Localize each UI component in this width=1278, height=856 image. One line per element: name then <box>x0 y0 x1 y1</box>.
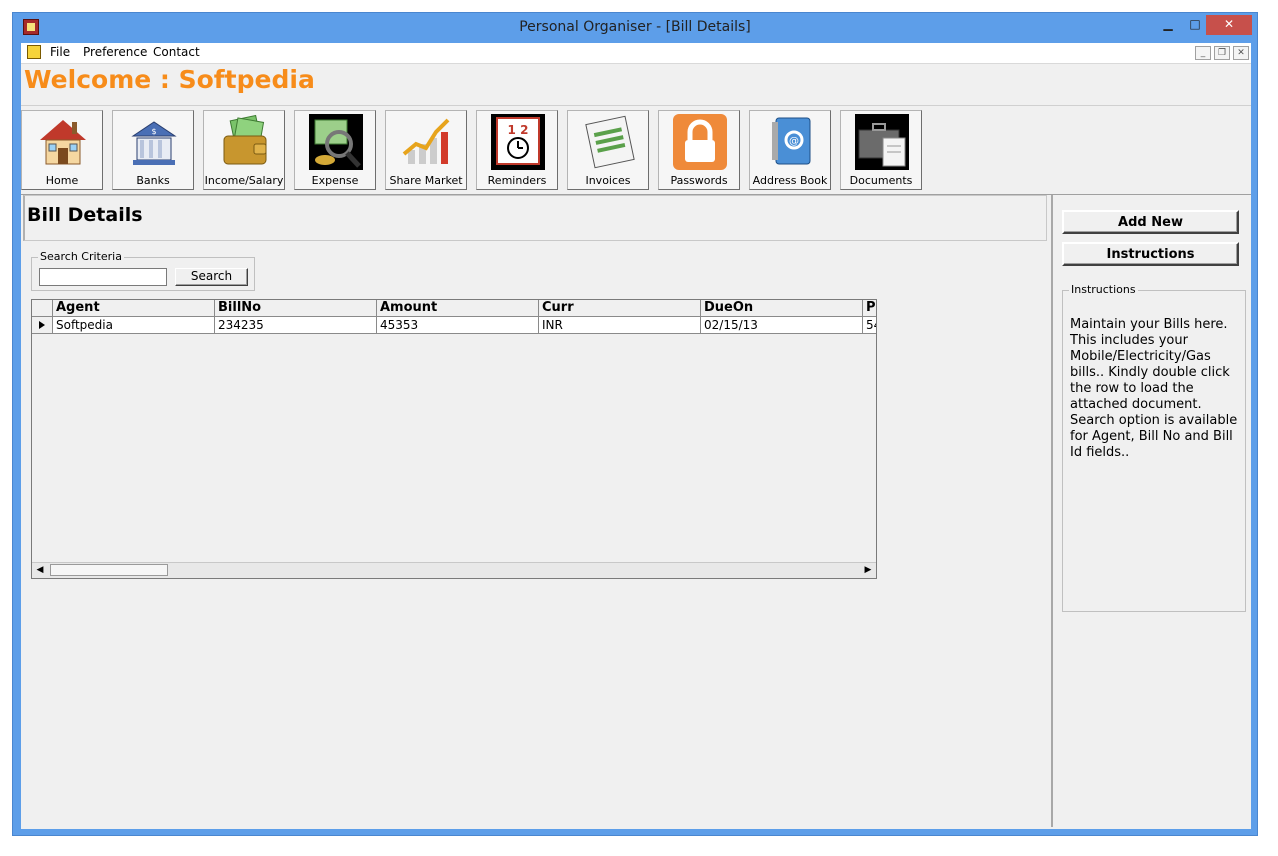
module-toolbar: Home $ Banks Income/Salary Expense Share… <box>21 105 1251 195</box>
toolbar-expense-button[interactable]: Expense <box>294 110 376 190</box>
cell-billno[interactable]: 234235 <box>215 317 377 334</box>
toolbar-label: Banks <box>136 174 170 187</box>
toolbar-reminders-button[interactable]: 1 2 Reminders <box>476 110 558 190</box>
briefcase-documents-icon <box>855 114 909 170</box>
toolbar-label: Documents <box>849 174 913 187</box>
scroll-left-icon[interactable]: ◀ <box>32 563 48 578</box>
cell-p[interactable]: 54 <box>863 317 876 334</box>
toolbar-documents-button[interactable]: Documents <box>840 110 922 190</box>
menu-bar: File Preference Contact _ ❐ ✕ <box>21 43 1251 64</box>
toolbar-label: Income/Salary <box>204 174 284 187</box>
toolbar-label: Passwords <box>670 174 728 187</box>
toolbar-address-book-button[interactable]: @ Address Book <box>749 110 831 190</box>
wallet-icon <box>223 114 267 165</box>
toolbar-label: Share Market <box>389 174 463 187</box>
column-header-curr[interactable]: Curr <box>539 300 701 317</box>
chart-arrow-icon <box>402 118 450 164</box>
svg-text:@: @ <box>789 136 799 147</box>
toolbar-label: Home <box>45 174 79 187</box>
cell-curr[interactable]: INR <box>539 317 701 334</box>
bank-icon: $ <box>131 121 177 165</box>
calendar-clock-icon: 1 2 <box>491 114 545 170</box>
menu-file[interactable]: File <box>50 45 70 59</box>
address-book-icon: @ <box>772 117 811 165</box>
toolbar-label: Address Book <box>752 174 828 187</box>
svg-text:1 2: 1 2 <box>508 123 529 137</box>
client-area: File Preference Contact _ ❐ ✕ Welcome : … <box>21 43 1251 829</box>
toolbar-invoices-button[interactable]: Invoices <box>567 110 649 190</box>
search-button[interactable]: Search <box>175 268 248 286</box>
bills-grid[interactable]: Agent BillNo Amount Curr DueOn P Softped… <box>31 299 877 579</box>
column-header-amount[interactable]: Amount <box>377 300 539 317</box>
add-new-button[interactable]: Add New <box>1062 210 1239 234</box>
house-icon <box>40 120 86 165</box>
column-header-agent[interactable]: Agent <box>53 300 215 317</box>
mdi-close-button[interactable]: ✕ <box>1233 46 1249 60</box>
instructions-button[interactable]: Instructions <box>1062 242 1239 266</box>
scroll-thumb[interactable] <box>50 564 168 576</box>
toolbar-income-salary-button[interactable]: Income/Salary <box>203 110 285 190</box>
toolbar-label: Expense <box>311 174 359 187</box>
maximize-button[interactable]: □ <box>1185 15 1205 35</box>
panel-header: Bill Details <box>23 195 1047 241</box>
invoice-icon <box>585 115 635 169</box>
mdi-restore-button[interactable]: ❐ <box>1214 46 1230 60</box>
close-button[interactable]: ✕ <box>1206 15 1252 35</box>
toolbar-label: Reminders <box>487 174 547 187</box>
cell-agent[interactable]: Softpedia <box>53 317 215 334</box>
padlock-icon <box>673 114 727 170</box>
toolbar-home-button[interactable]: Home <box>21 110 103 190</box>
menu-preference[interactable]: Preference <box>83 45 147 59</box>
column-header-p[interactable]: P <box>863 300 876 317</box>
menu-contact[interactable]: Contact <box>153 45 200 59</box>
minimize-button[interactable]: ▁ <box>1158 15 1178 35</box>
welcome-banner: Welcome : Softpedia <box>24 65 315 94</box>
svg-text:$: $ <box>151 127 156 136</box>
mdi-child-icon[interactable] <box>27 45 41 59</box>
column-header-dueon[interactable]: DueOn <box>701 300 863 317</box>
page-title: Bill Details <box>27 204 143 226</box>
toolbar-passwords-button[interactable]: Passwords <box>658 110 740 190</box>
toolbar-banks-button[interactable]: $ Banks <box>112 110 194 190</box>
cell-amount[interactable]: 45353 <box>377 317 539 334</box>
mdi-minimize-button[interactable]: _ <box>1195 46 1211 60</box>
title-bar[interactable]: Personal Organiser - [Bill Details] ▁ □ … <box>13 13 1257 43</box>
side-panel: Add New Instructions Instructions Mainta… <box>1051 195 1251 827</box>
grid-corner <box>32 300 53 317</box>
search-criteria-legend: Search Criteria <box>38 250 124 263</box>
window-title: Personal Organiser - [Bill Details] <box>519 19 751 35</box>
cell-dueon[interactable]: 02/15/13 <box>701 317 863 334</box>
magnifier-money-icon <box>309 114 363 170</box>
search-input[interactable] <box>39 268 167 286</box>
instructions-text: Maintain your Bills here. This includes … <box>1070 317 1238 460</box>
instructions-group: Instructions Maintain your Bills here. T… <box>1062 283 1246 612</box>
column-header-billno[interactable]: BillNo <box>215 300 377 317</box>
instructions-legend: Instructions <box>1069 283 1138 296</box>
grid-header-row: Agent BillNo Amount Curr DueOn P <box>32 300 876 318</box>
toolbar-share-market-button[interactable]: Share Market <box>385 110 467 190</box>
bill-details-panel: Bill Details Search Criteria Search Agen… <box>23 195 1049 827</box>
app-window: Personal Organiser - [Bill Details] ▁ □ … <box>12 12 1258 836</box>
horizontal-scrollbar[interactable]: ◀ ▶ <box>32 562 876 578</box>
row-selector-icon[interactable] <box>32 317 53 334</box>
scroll-right-icon[interactable]: ▶ <box>860 563 876 578</box>
toolbar-label: Invoices <box>585 174 631 187</box>
search-criteria-group: Search Criteria Search <box>31 250 255 291</box>
